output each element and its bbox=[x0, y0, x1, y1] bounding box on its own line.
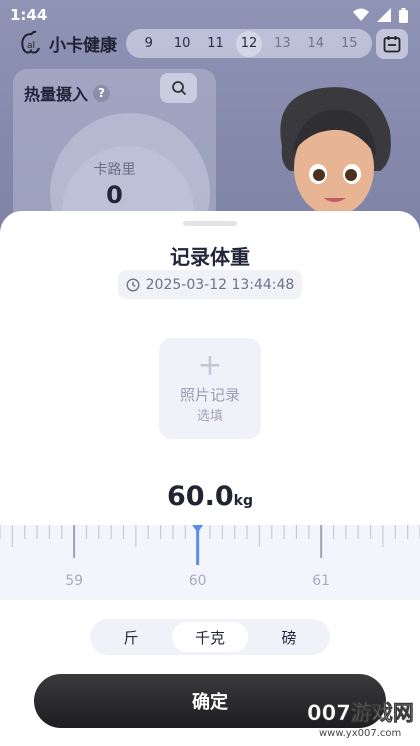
ruler-label: 59 bbox=[65, 573, 83, 589]
calorie-value: 0 bbox=[106, 181, 123, 209]
unit-option-jin[interactable]: 斤 bbox=[93, 622, 169, 652]
search-icon bbox=[171, 81, 186, 96]
timestamp-text: 2025-03-12 13:44:48 bbox=[145, 276, 295, 293]
svg-text:www.yx007.com: www.yx007.com bbox=[319, 728, 401, 739]
calorie-card-title: 热量摄入 ? bbox=[24, 81, 111, 105]
search-button[interactable] bbox=[160, 73, 197, 103]
record-weight-sheet: 记录体重 2025-03-12 13:44:48 + 照片记录 选填 60.0k… bbox=[0, 211, 420, 746]
date-item-selected[interactable]: 12 bbox=[235, 30, 262, 57]
ruler-label: 60 bbox=[189, 573, 207, 589]
app-name: 小卡健康 bbox=[49, 35, 117, 56]
status-time: 1:44 bbox=[10, 6, 48, 24]
timestamp-selector[interactable]: 2025-03-12 13:44:48 bbox=[118, 270, 302, 299]
calendar-icon bbox=[383, 36, 401, 53]
calorie-title-text: 热量摄入 bbox=[24, 85, 89, 104]
sheet-title: 记录体重 bbox=[170, 245, 250, 269]
date-item[interactable]: 14 bbox=[303, 31, 329, 57]
unit-option-lb[interactable]: 磅 bbox=[251, 622, 327, 652]
calorie-label: 卡路里 bbox=[93, 162, 136, 178]
clock-icon bbox=[126, 277, 140, 292]
status-icons bbox=[353, 7, 408, 23]
ruler-label: 61 bbox=[312, 573, 330, 589]
weight-ruler[interactable]: 59 60 61 bbox=[0, 525, 420, 600]
svg-text:al: al bbox=[27, 41, 35, 51]
sheet-grabber[interactable] bbox=[183, 221, 237, 226]
app-logo: al 小卡健康 bbox=[18, 30, 117, 56]
weight-value: 60.0 bbox=[167, 481, 234, 512]
date-item[interactable]: 13 bbox=[269, 31, 295, 57]
svg-text:007游戏网: 007游戏网 bbox=[307, 701, 414, 725]
weight-unit: kg bbox=[233, 493, 253, 509]
signal-icon bbox=[377, 8, 391, 22]
photo-record-optional: 选填 bbox=[196, 409, 223, 424]
help-icon[interactable]: ? bbox=[93, 84, 111, 102]
watermark-logo: 007游戏网 www.yx007.com bbox=[307, 701, 414, 739]
plus-icon: + bbox=[197, 348, 223, 383]
wifi-icon bbox=[353, 8, 369, 21]
photo-record-button[interactable]: + 照片记录 选填 bbox=[159, 338, 261, 439]
date-item[interactable]: 11 bbox=[203, 31, 229, 57]
photo-record-label: 照片记录 bbox=[179, 386, 240, 404]
date-item[interactable]: 9 bbox=[136, 31, 162, 57]
unit-option-kg[interactable]: 千克 bbox=[172, 622, 248, 652]
logo-icon: al bbox=[21, 30, 40, 54]
weight-display: 60.0kg bbox=[0, 481, 420, 512]
calendar-button[interactable] bbox=[376, 29, 408, 59]
unit-selector: 斤 千克 磅 bbox=[90, 619, 330, 655]
date-strip: 9 10 11 12 13 14 15 bbox=[126, 29, 372, 58]
background-app: 1:44 al 小卡健康 9 10 11 12 13 14 15 热量摄入 ? … bbox=[0, 0, 420, 278]
date-item[interactable]: 10 bbox=[169, 31, 195, 57]
ruler-scale: 59 60 61 bbox=[0, 525, 420, 589]
battery-icon bbox=[399, 7, 408, 23]
status-bar: 1:44 bbox=[0, 0, 420, 30]
date-item[interactable]: 15 bbox=[336, 31, 362, 57]
